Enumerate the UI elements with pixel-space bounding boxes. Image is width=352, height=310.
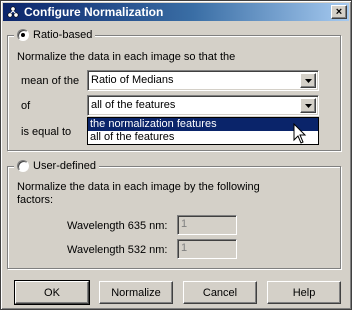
chevron-down-icon [304, 103, 312, 108]
of-dropdown-button[interactable] [300, 98, 316, 113]
user-defined-radio-button[interactable] [17, 160, 29, 172]
wavelength-532-label: Wavelength 532 nm: [67, 244, 168, 256]
close-button[interactable]: × [331, 5, 347, 19]
user-defined-label: User-defined [33, 160, 96, 172]
of-label: of [21, 100, 31, 112]
normalize-button[interactable]: Normalize [99, 281, 173, 304]
ratio-based-label: Ratio-based [33, 29, 93, 41]
mean-of-dropdown-button[interactable] [300, 73, 316, 88]
ratio-based-radio-button[interactable] [17, 29, 29, 41]
mean-of-value: Ratio of Medians [91, 74, 174, 86]
help-button[interactable]: Help [267, 281, 341, 304]
user-description-line2: factors: [17, 194, 54, 206]
cancel-button[interactable]: Cancel [183, 281, 257, 304]
wavelength-635-field[interactable]: 1 [177, 215, 237, 235]
ratio-based-radio[interactable]: Ratio-based [14, 28, 96, 42]
of-combo[interactable]: all of the features [87, 95, 319, 116]
window-title: Configure Normalization [24, 5, 164, 19]
dropdown-option-all-features[interactable]: all of the features [88, 131, 318, 144]
equal-to-label: is equal to [21, 126, 72, 138]
title-bar[interactable]: Configure Normalization × [3, 3, 349, 21]
mean-of-label: mean of the [21, 75, 80, 87]
ratio-description: Normalize the data in each image so that… [17, 51, 236, 63]
configure-normalization-dialog: Configure Normalization × Ratio-based No… [0, 0, 352, 310]
mouse-pointer-icon [293, 123, 307, 144]
molecule-icon [6, 5, 20, 19]
close-icon: × [335, 5, 343, 18]
wavelength-532-field[interactable]: 1 [177, 239, 237, 259]
dropdown-option-normalization-features[interactable]: the normalization features [88, 118, 318, 131]
user-description-line1: Normalize the data in each image by the … [17, 181, 260, 193]
ok-button[interactable]: OK [14, 280, 90, 305]
user-defined-radio[interactable]: User-defined [14, 159, 99, 173]
wavelength-635-label: Wavelength 635 nm: [67, 220, 168, 232]
of-value: all of the features [91, 99, 176, 111]
mean-of-combo[interactable]: Ratio of Medians [87, 70, 319, 91]
chevron-down-icon [304, 78, 312, 83]
of-dropdown-list[interactable]: the normalization features all of the fe… [87, 117, 319, 145]
